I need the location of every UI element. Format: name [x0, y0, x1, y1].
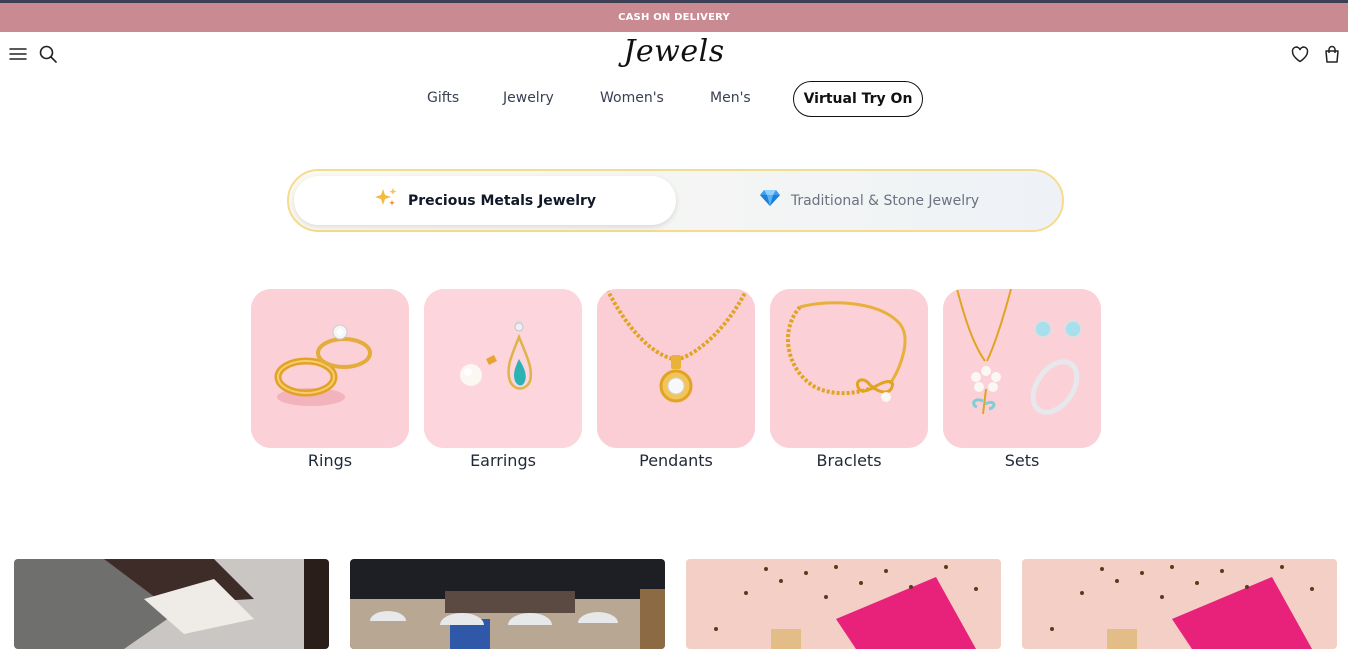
gem-icon: [759, 189, 781, 212]
virtual-try-on-button[interactable]: Virtual Try On: [793, 81, 923, 117]
rings-image: [251, 289, 409, 448]
category-card-rings[interactable]: Rings: [251, 289, 409, 470]
category-label: Sets: [1004, 451, 1040, 470]
announcement-bar: CASH ON DELIVERY: [0, 3, 1348, 32]
braclets-image: [770, 289, 928, 448]
sets-image: [943, 289, 1101, 448]
header-right-actions: [1291, 45, 1341, 63]
category-card-sets[interactable]: Sets: [943, 289, 1101, 470]
site-logo[interactable]: Jewels: [0, 34, 1348, 69]
tab-traditional-stone[interactable]: Traditional & Stone Jewelry: [679, 176, 1059, 225]
site-header: Jewels: [0, 32, 1348, 76]
nav-item-gifts[interactable]: Gifts: [427, 90, 459, 106]
earrings-image: [424, 289, 582, 448]
category-label: Rings: [307, 451, 353, 470]
bag-icon[interactable]: [1323, 45, 1341, 63]
tab-precious-metals[interactable]: Precious Metals Jewelry: [294, 176, 676, 225]
category-grid: Rings Earrings Pendants Braclets Sets: [251, 289, 1101, 470]
main-nav: Gifts Jewelry Women's Men's Virtual Try …: [0, 76, 1348, 124]
category-label: Earrings: [470, 451, 536, 470]
category-card-earrings[interactable]: Earrings: [424, 289, 582, 470]
collection-toggle: Precious Metals Jewelry Traditional & St…: [287, 169, 1064, 232]
category-card-braclets[interactable]: Braclets: [770, 289, 928, 470]
nav-item-womens[interactable]: Women's: [600, 90, 664, 106]
tab-precious-metals-label: Precious Metals Jewelry: [407, 192, 597, 209]
sparkles-icon: [374, 187, 398, 214]
pendants-image: [597, 289, 755, 448]
heart-icon[interactable]: [1291, 45, 1309, 63]
category-card-pendants[interactable]: Pendants: [597, 289, 755, 470]
category-label: Pendants: [639, 451, 713, 470]
tab-traditional-stone-label: Traditional & Stone Jewelry: [790, 192, 980, 209]
announcement-text: CASH ON DELIVERY: [618, 12, 730, 23]
nav-item-jewelry[interactable]: Jewelry: [503, 90, 554, 106]
nav-item-mens[interactable]: Men's: [710, 90, 751, 106]
category-label: Braclets: [816, 451, 882, 470]
